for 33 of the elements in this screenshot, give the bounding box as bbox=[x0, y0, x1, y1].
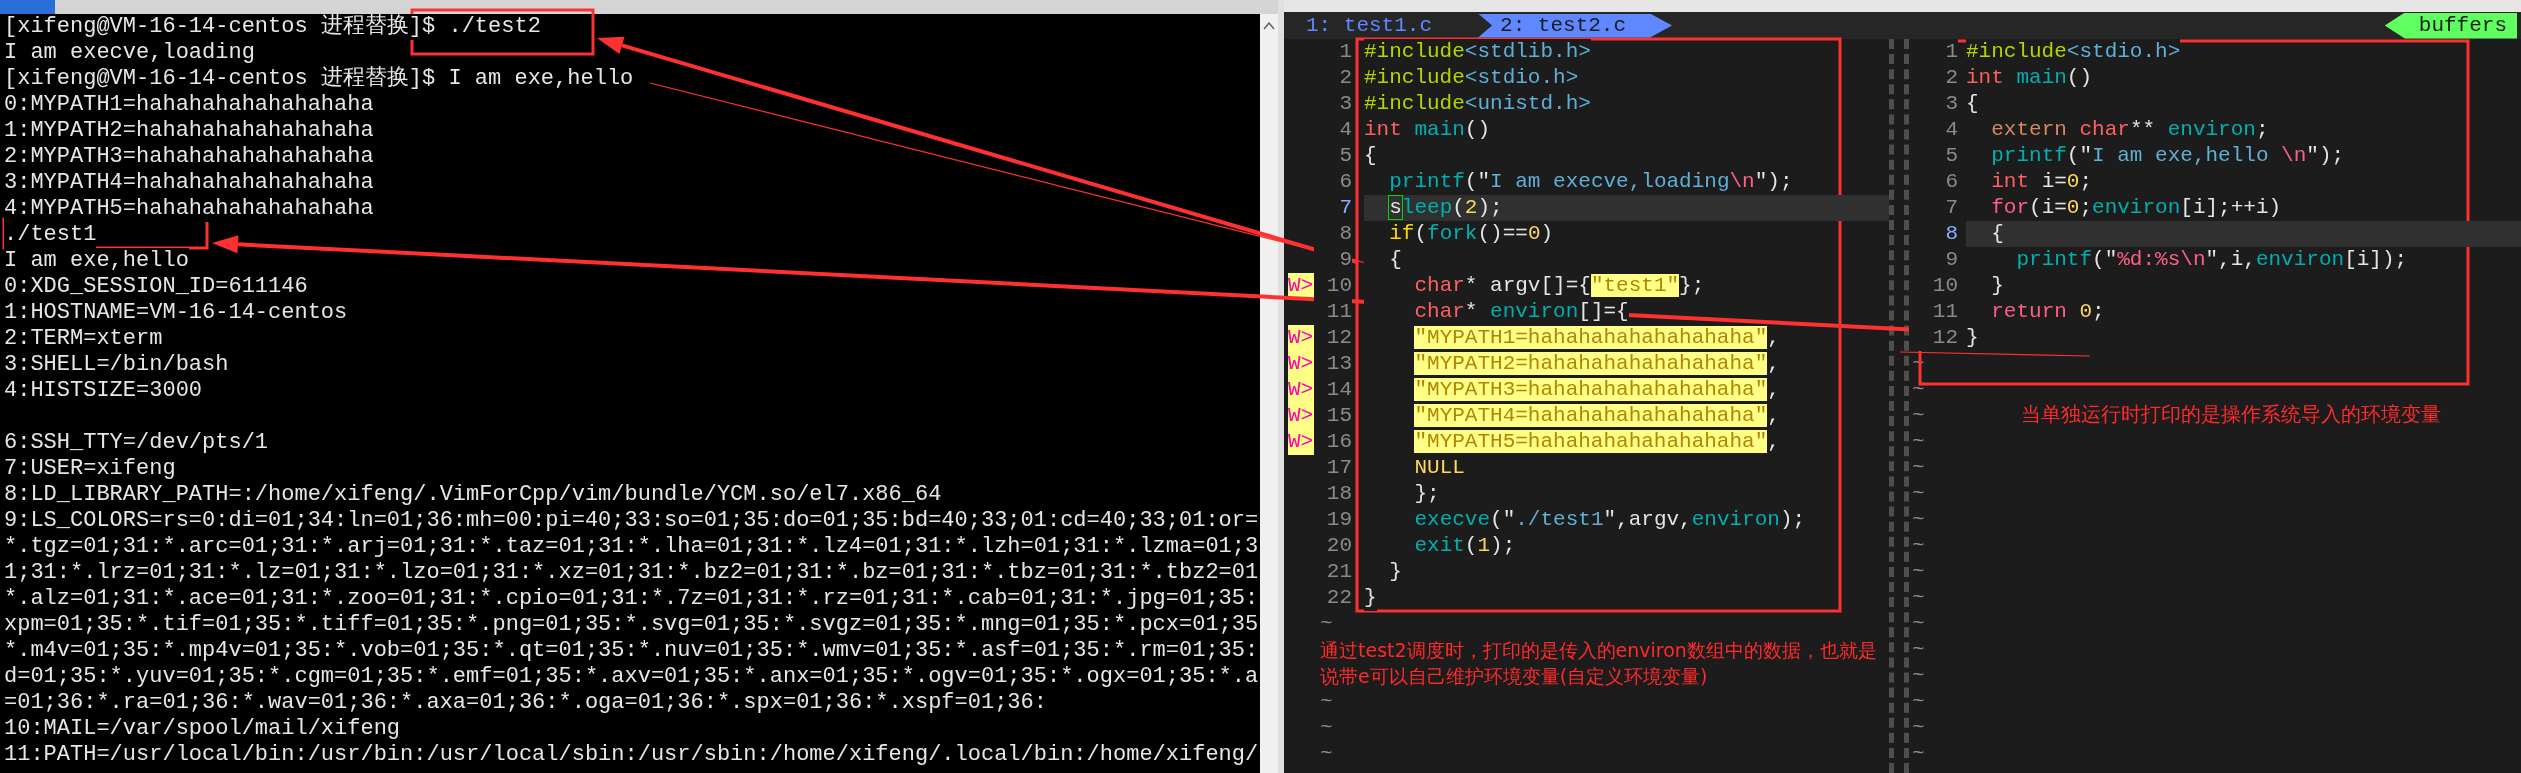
buffers-label: buffers bbox=[2384, 12, 2517, 39]
tilde-marker: ~ bbox=[1912, 481, 1925, 507]
tilde-marker: ~ bbox=[1912, 533, 1925, 559]
tilde-marker: ~ bbox=[1912, 377, 1925, 403]
editor-tab[interactable]: 1: test1.c bbox=[1284, 13, 1479, 38]
tilde-marker: ~ bbox=[1320, 689, 1333, 715]
warning-sign: W> bbox=[1288, 273, 1314, 299]
tilde-marker: ~ bbox=[1912, 507, 1925, 533]
annotation-text: 通过test2调度时，打印的是传入的environ数组中的数据，也就是说带e可以自己维护环境变量(自定义环境变量) bbox=[1320, 638, 1878, 689]
line-number: 12 bbox=[1909, 325, 1958, 351]
tilde-marker: ~ bbox=[1912, 455, 1925, 481]
tilde-marker: ~ bbox=[1912, 611, 1925, 637]
warning-sign: W> bbox=[1288, 325, 1314, 351]
tilde-marker: ~ bbox=[1912, 689, 1925, 715]
warning-sign: W> bbox=[1288, 377, 1314, 403]
tilde-marker: ~ bbox=[1912, 663, 1925, 689]
tilde-marker: ~ bbox=[1912, 403, 1925, 429]
tilde-marker: ~ bbox=[1320, 741, 1333, 767]
tilde-marker: ~ bbox=[1912, 559, 1925, 585]
tilde-marker: ~ bbox=[1912, 741, 1925, 767]
annotation-text: 当单独运行时打印的是操作系统导入的环境变量 bbox=[2020, 403, 2441, 428]
warning-sign: W> bbox=[1288, 429, 1314, 455]
tilde-marker: ~ bbox=[1912, 585, 1925, 611]
editor-tab[interactable]: 2: test2.c bbox=[1478, 13, 1673, 38]
tilde-marker: ~ bbox=[1912, 715, 1925, 741]
warning-sign: W> bbox=[1288, 351, 1314, 377]
tilde-marker: ~ bbox=[1320, 715, 1333, 741]
tilde-marker: ~ bbox=[1912, 637, 1925, 663]
scrollbar[interactable] bbox=[1260, 14, 1278, 773]
warning-sign: W> bbox=[1288, 403, 1314, 429]
window-tab[interactable] bbox=[0, 0, 55, 14]
tilde-marker: ~ bbox=[1912, 429, 1925, 455]
tilde-marker: ~ bbox=[1320, 611, 1333, 637]
